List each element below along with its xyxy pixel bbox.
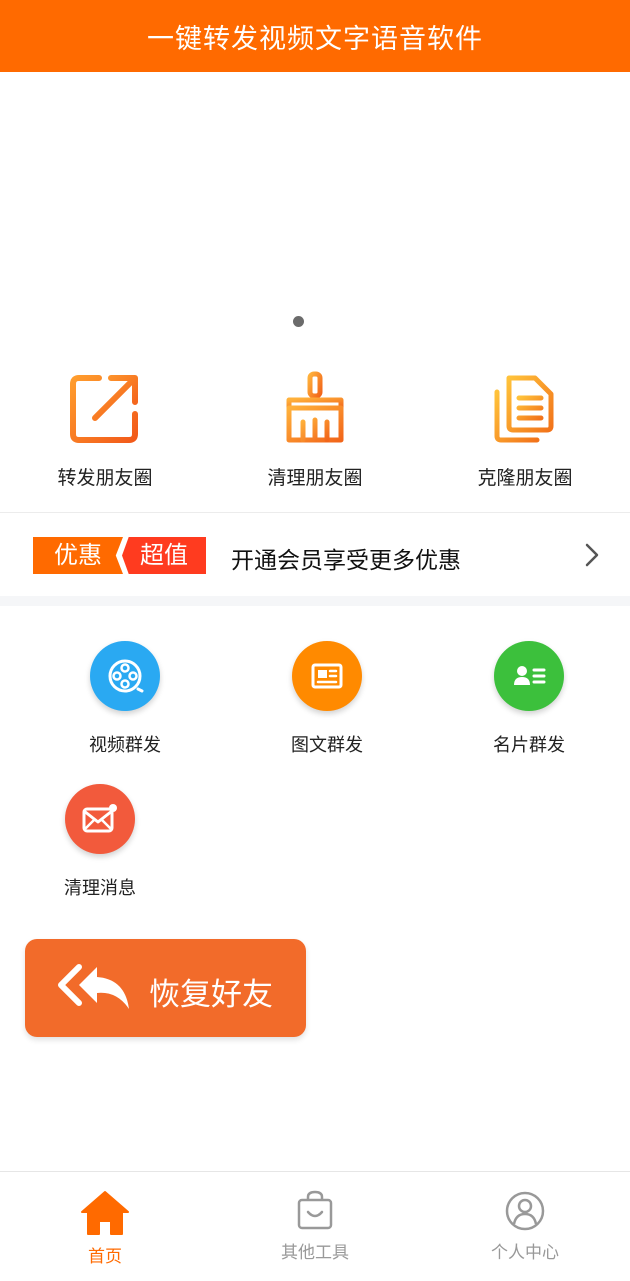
carousel-indicator-dot — [293, 316, 304, 327]
clean-messages-icon-circle — [65, 784, 135, 854]
promo-text: 开通会员享受更多优惠 — [231, 548, 461, 574]
banner-carousel[interactable] — [0, 72, 630, 340]
film-reel-icon — [108, 659, 144, 693]
reply-all-icon — [58, 964, 129, 1009]
video-broadcast-label: 视频群发 — [89, 735, 161, 756]
clean-moments-label: 清理朋友圈 — [267, 467, 363, 489]
forward-moments-button[interactable]: 转发朋友圈 — [0, 370, 210, 500]
share-out-icon — [70, 375, 138, 443]
bag-icon — [297, 1190, 333, 1230]
section-separator — [0, 596, 630, 606]
newspaper-icon — [311, 663, 343, 689]
tab-other-tools[interactable]: 其他工具 — [210, 1172, 420, 1281]
bottom-tab-bar: 首页 其他工具 个人中心 — [0, 1171, 630, 1280]
discount-tag: 优惠 — [33, 537, 123, 574]
user-circle-icon — [505, 1191, 545, 1231]
video-broadcast-icon-circle — [90, 641, 160, 711]
copy-documents-icon — [494, 375, 554, 443]
chevron-right-icon — [585, 543, 599, 567]
contact-card-icon — [514, 666, 546, 685]
broom-icon — [286, 371, 344, 443]
mail-clean-icon — [82, 804, 117, 833]
card-broadcast-icon-circle — [494, 641, 564, 711]
value-tag: 超值 — [122, 537, 206, 574]
image-text-broadcast-label: 图文群发 — [291, 735, 363, 756]
forward-moments-label: 转发朋友圈 — [57, 467, 153, 489]
card-broadcast-button[interactable]: 名片群发 — [424, 641, 630, 757]
image-text-broadcast-icon-circle — [292, 641, 362, 711]
clean-moments-button[interactable]: 清理朋友圈 — [210, 370, 420, 500]
clone-moments-button[interactable]: 克隆朋友圈 — [420, 370, 630, 500]
tab-profile[interactable]: 个人中心 — [420, 1172, 630, 1281]
tab-home[interactable]: 首页 — [0, 1172, 210, 1281]
video-broadcast-button[interactable]: 视频群发 — [20, 641, 230, 757]
home-icon — [81, 1191, 129, 1235]
clean-messages-label: 清理消息 — [64, 878, 136, 899]
tab-home-label: 首页 — [88, 1247, 122, 1267]
vip-promo-row[interactable]: 优惠 超值 开通会员享受更多优惠 — [0, 513, 630, 596]
page-title: 一键转发视频文字语音软件 — [147, 23, 483, 55]
tab-other-tools-label: 其他工具 — [281, 1243, 349, 1263]
card-broadcast-label: 名片群发 — [493, 735, 565, 756]
image-text-broadcast-button[interactable]: 图文群发 — [222, 641, 432, 757]
app-header: 一键转发视频文字语音软件 — [0, 0, 630, 72]
restore-friends-label: 恢复好友 — [149, 977, 273, 1013]
clean-messages-button[interactable]: 清理消息 — [0, 784, 205, 900]
restore-friends-button[interactable]: 恢复好友 — [25, 939, 306, 1037]
clone-moments-label: 克隆朋友圈 — [477, 467, 573, 489]
tab-profile-label: 个人中心 — [491, 1243, 559, 1263]
top-action-row: 转发朋友圈 清理朋友圈 克隆朋友圈 — [0, 370, 630, 500]
